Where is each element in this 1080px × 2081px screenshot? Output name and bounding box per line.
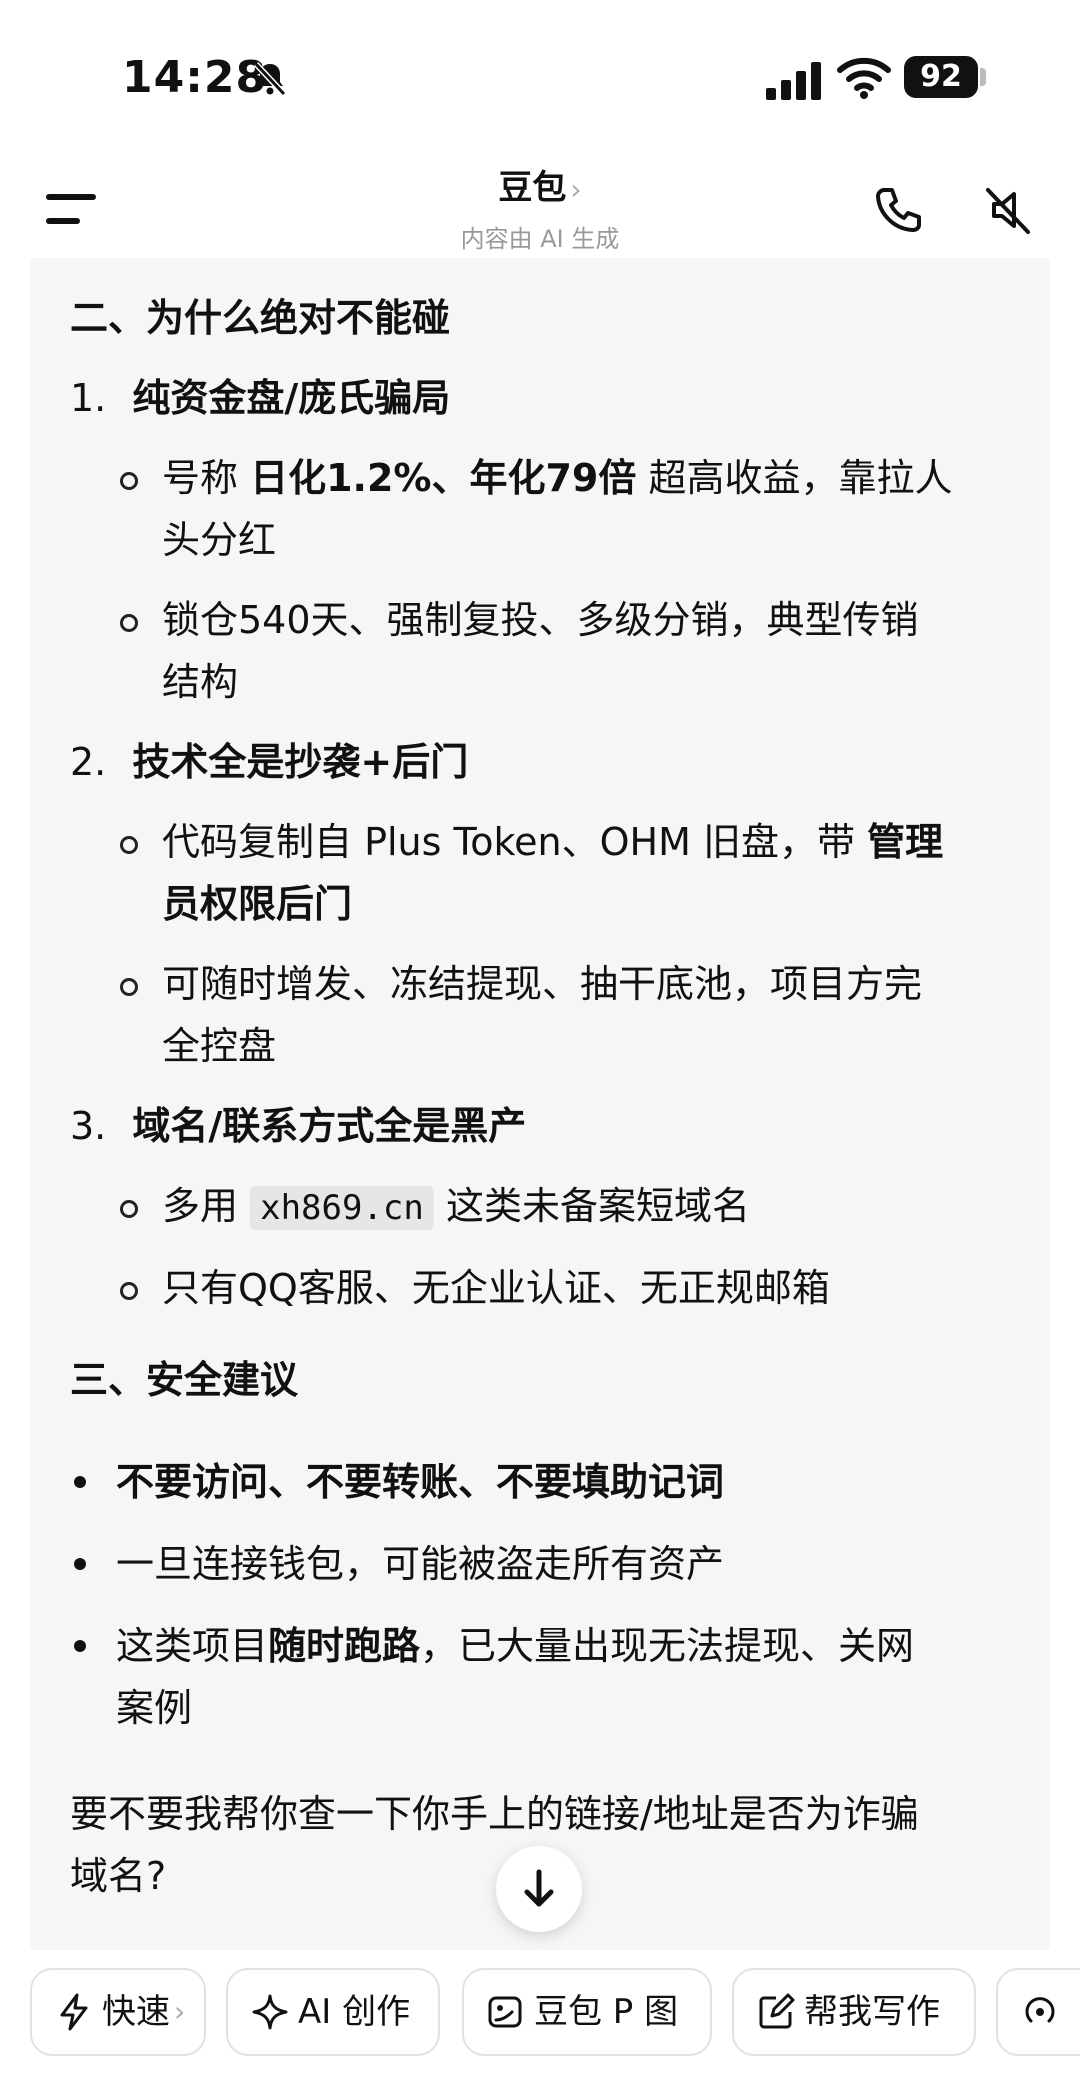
lightning-icon xyxy=(60,1993,88,2031)
phone-icon[interactable] xyxy=(870,182,926,238)
chevron-right-icon: › xyxy=(570,173,582,206)
advice-item: 一旦连接钱包，可能被盗走所有资产 xyxy=(116,1542,725,1586)
bullet-dot xyxy=(74,1558,86,1570)
advice-item-cont: 案例 xyxy=(116,1686,193,1730)
section-heading-why: 二、为什么绝对不能碰 xyxy=(70,296,451,340)
image-edit-icon xyxy=(488,1996,522,2028)
bullet-circle xyxy=(120,1282,138,1300)
bullet-text: 可随时增发、冻结提现、抽干底池，项目方完 xyxy=(162,962,923,1006)
scroll-to-bottom-button[interactable] xyxy=(496,1846,582,1932)
ai-generated-notice: 内容由 AI 生成 xyxy=(460,225,620,253)
bullet-text: 代码复制自 Plus Token、OHM 旧盘，带 管理 xyxy=(162,820,944,864)
battery-indicator: 92 xyxy=(904,56,978,98)
follow-up-question-cont: 域名? xyxy=(70,1854,167,1898)
section-heading-advice: 三、安全建议 xyxy=(70,1358,299,1402)
status-time: 14:28 xyxy=(122,52,268,103)
menu-icon[interactable] xyxy=(46,190,100,230)
item-number: 1. xyxy=(70,376,107,420)
bullet-circle xyxy=(120,472,138,490)
chat-title-area[interactable]: 豆包 › 内容由 AI 生成 xyxy=(340,160,740,254)
help-write-button[interactable]: 帮我写作 xyxy=(732,1968,976,2056)
edit-pencil-icon xyxy=(759,1993,795,2029)
bullet-circle xyxy=(120,1200,138,1218)
numbered-item-3: 3. 域名/联系方式全是黑产 xyxy=(70,1096,526,1156)
bullet-text: 多用 xh869.cn 这类未备案短域名 xyxy=(162,1184,750,1230)
bullet-text-cont: 全控盘 xyxy=(162,1024,277,1068)
ai-create-button[interactable]: AI 创作 xyxy=(226,1968,440,2056)
advice-item: 这类项目随时跑路，已大量出现无法提现、关网 xyxy=(116,1624,915,1668)
domain-code: xh869.cn xyxy=(250,1186,434,1230)
speaker-mute-icon[interactable] xyxy=(980,182,1036,238)
photo-edit-button[interactable]: 豆包 P 图 xyxy=(462,1968,712,2056)
quick-action-toolbar: 快速 › AI 创作 豆包 P 图 帮我写作 xyxy=(0,1968,1080,2068)
bullet-text-cont: 头分红 xyxy=(162,518,277,562)
wifi-icon xyxy=(837,57,891,99)
item-number: 2. xyxy=(70,740,107,784)
bullet-text: 只有QQ客服、无企业认证、无正规邮箱 xyxy=(162,1266,830,1310)
bullet-text: 号称 日化1.2%、年化79倍 超高收益，靠拉人 xyxy=(162,456,953,500)
cellular-signal-icon xyxy=(766,62,821,100)
bullet-circle xyxy=(120,978,138,996)
item-title: 技术全是抄袭+后门 xyxy=(132,740,469,784)
quick-mode-button[interactable]: 快速 › xyxy=(30,1968,206,2056)
status-bar: 14:28 92 xyxy=(0,0,1080,160)
numbered-item-2: 2. 技术全是抄袭+后门 xyxy=(70,732,468,792)
bullet-circle xyxy=(120,836,138,854)
bullet-text-cont: 员权限后门 xyxy=(162,882,353,926)
advice-item: 不要访问、不要转账、不要填助记词 xyxy=(116,1460,725,1504)
item-title: 域名/联系方式全是黑产 xyxy=(132,1104,527,1148)
bullet-text: 锁仓540天、强制复投、多级分销，典型传销 xyxy=(162,598,919,642)
chat-title: 豆包 › xyxy=(498,168,582,208)
follow-up-question: 要不要我帮你查一下你手上的链接/地址是否为诈骗 xyxy=(70,1792,919,1836)
bullet-dot xyxy=(74,1640,86,1652)
item-title: 纯资金盘/庞氏骗局 xyxy=(132,376,451,420)
numbered-item-1: 1. 纯资金盘/庞氏骗局 xyxy=(70,368,450,428)
chat-header: 豆包 › 内容由 AI 生成 xyxy=(0,160,1080,260)
broadcast-icon xyxy=(1025,1997,1055,2023)
more-tool-button[interactable] xyxy=(996,1968,1080,2056)
sparkle-icon xyxy=(252,1994,288,2030)
bullet-text-cont: 结构 xyxy=(162,660,239,704)
bell-muted-icon xyxy=(253,61,287,97)
ai-message-bubble: 二、为什么绝对不能碰 1. 纯资金盘/庞氏骗局 号称 日化1.2%、年化79倍 … xyxy=(30,258,1050,1950)
battery-tip xyxy=(980,68,986,86)
bullet-circle xyxy=(120,614,138,632)
arrow-down-icon xyxy=(524,1869,554,1907)
item-number: 3. xyxy=(70,1104,107,1148)
bullet-dot xyxy=(74,1476,86,1488)
chevron-right-icon: › xyxy=(174,1995,186,2028)
